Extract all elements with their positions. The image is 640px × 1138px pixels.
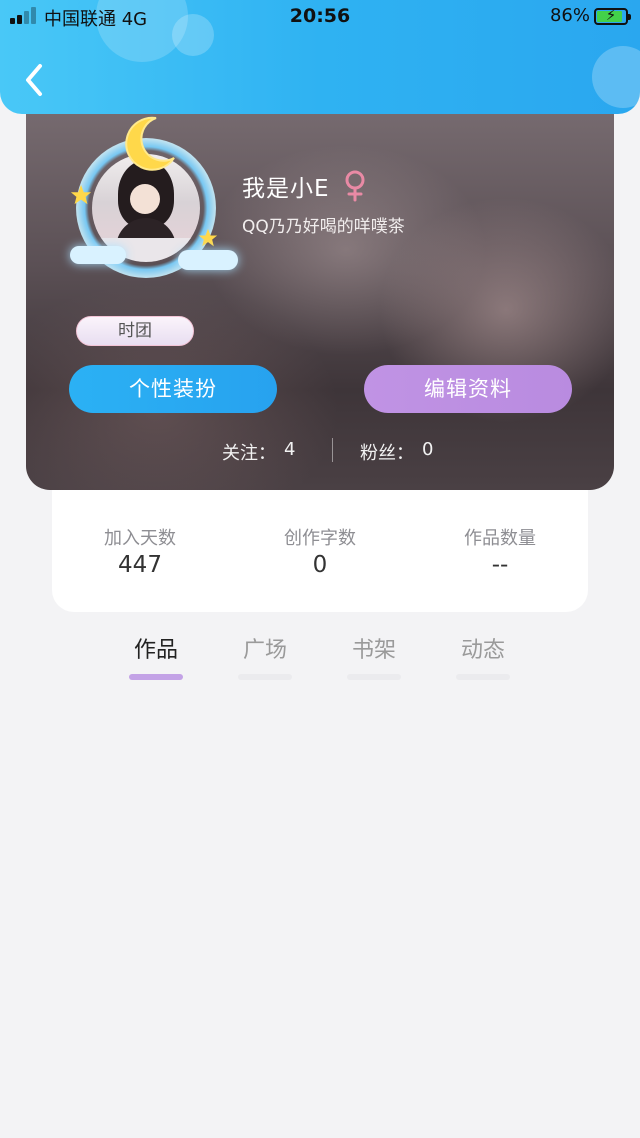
decorative-bubble (592, 46, 640, 108)
tab-label: 动态 (460, 638, 505, 663)
stat-label: 创作字数 (284, 528, 356, 549)
cloud-icon (178, 250, 238, 270)
tab-indicator (238, 674, 292, 680)
battery-icon: ⚡ (594, 6, 631, 25)
stat-join-days: 加入天数 447 (65, 524, 215, 578)
moon-icon (125, 116, 175, 171)
divider (332, 438, 333, 462)
fans-label[interactable]: 粉丝： (360, 439, 414, 465)
clock: 20:56 (289, 5, 351, 27)
following-label[interactable]: 关注： (222, 439, 276, 465)
tab-label: 作品 (133, 638, 178, 663)
tab-indicator (347, 674, 401, 680)
profile-page: 中国联通 4G 20:56 86% ⚡ 时团 我是小E QQ乃乃好喝的咩噗茶 个… (0, 0, 640, 1138)
content-tabs: 作品 广场 书架 动态 (0, 628, 640, 688)
profile-card: 时团 我是小E QQ乃乃好喝的咩噗茶 个性装扮 编辑资料 关注： 4 粉丝： 0 (26, 90, 614, 490)
stat-word-count: 创作字数 0 (245, 524, 395, 578)
star-icon (198, 228, 218, 247)
stat-value: 0 (312, 552, 328, 578)
tab-indicator (456, 674, 510, 680)
chevron-left-icon (26, 64, 42, 96)
tab-square[interactable]: 广场 (230, 632, 300, 680)
fans-count[interactable]: 0 (422, 439, 433, 460)
female-icon (345, 170, 365, 202)
tab-label: 书架 (351, 638, 396, 663)
username: 我是小E (242, 176, 330, 202)
back-button[interactable] (20, 60, 50, 100)
dress-up-button[interactable]: 个性装扮 (69, 365, 277, 413)
username-row: 我是小E (242, 168, 368, 204)
stats-card: 加入天数 447 创作字数 0 作品数量 -- (52, 470, 588, 612)
team-badge[interactable]: 时团 (76, 316, 194, 346)
cloud-icon (70, 246, 126, 264)
top-header: 中国联通 4G 20:56 86% ⚡ (0, 0, 640, 114)
star-icon (70, 184, 92, 205)
tab-label: 广场 (242, 638, 287, 663)
status-bar: 中国联通 4G 20:56 86% ⚡ (0, 0, 640, 34)
stat-label: 加入天数 (104, 528, 176, 549)
stat-value: -- (491, 552, 509, 578)
following-count[interactable]: 4 (284, 439, 295, 460)
edit-profile-button[interactable]: 编辑资料 (364, 365, 572, 413)
stat-label: 作品数量 (464, 528, 536, 549)
follow-stats: 关注： 4 粉丝： 0 (26, 436, 614, 466)
tab-works[interactable]: 作品 (121, 632, 191, 680)
battery-percent: 86% (549, 5, 590, 26)
avatar[interactable] (70, 116, 238, 278)
user-signature: QQ乃乃好喝的咩噗茶 (242, 217, 405, 237)
stat-value: 447 (118, 552, 162, 578)
stat-works-count: 作品数量 -- (425, 524, 575, 578)
tab-activity[interactable]: 动态 (448, 632, 518, 680)
tab-bookshelf[interactable]: 书架 (339, 632, 409, 680)
tab-indicator (129, 674, 183, 680)
